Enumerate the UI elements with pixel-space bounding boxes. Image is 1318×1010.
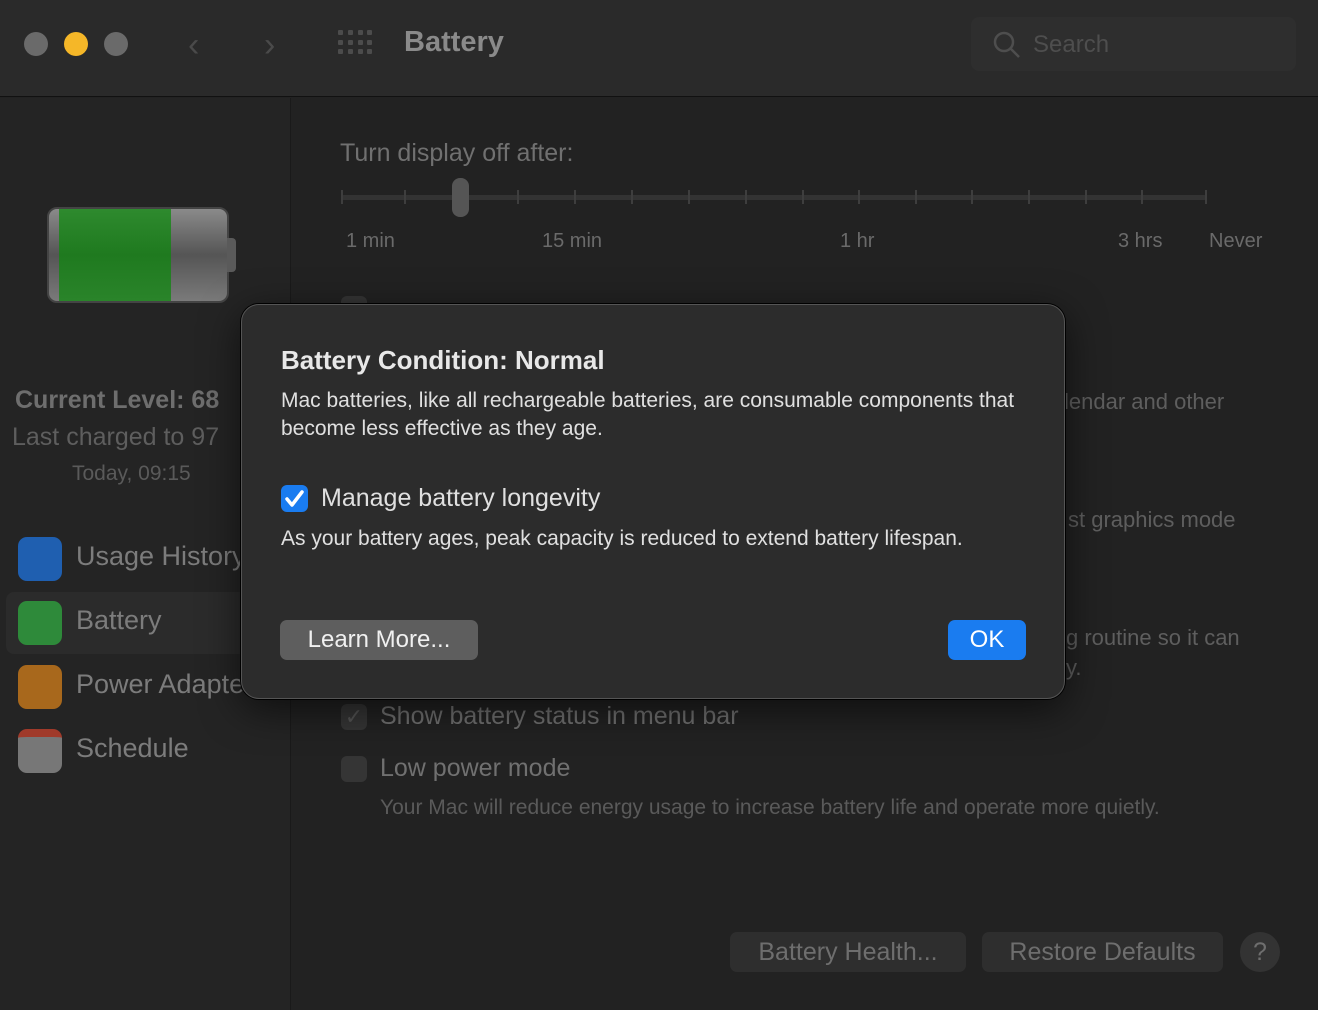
show-all-grid-icon[interactable] [338,30,374,56]
battery-condition-dialog: Battery Condition: Normal Mac batteries,… [241,304,1065,699]
low-power-checkbox[interactable] [341,756,367,782]
slider-tick [404,190,406,204]
battery-icon [18,601,62,645]
back-chevron-icon[interactable]: ‹ [188,26,199,65]
tick-label: 1 hr [840,230,875,252]
manage-longevity-label: Manage battery longevity [321,484,601,512]
display-off-label: Turn display off after: [340,139,574,167]
longevity-description: As your battery ages, peak capacity is r… [281,527,963,550]
slider-tick [688,190,690,204]
tick-label: 1 min [346,230,395,252]
slider-tick [1028,190,1030,204]
low-power-label: Low power mode [380,754,571,782]
slider-thumb[interactable] [452,178,469,217]
dialog-title: Battery Condition: Normal [281,345,605,375]
obscured-text: st graphics mode [1068,507,1236,532]
learn-more-button[interactable]: Learn More... [280,620,478,660]
display-off-slider[interactable] [341,195,1207,200]
slider-tick [341,190,343,204]
show-status-checkbox[interactable]: ✓ [341,704,367,730]
ok-button[interactable]: OK [948,620,1026,660]
low-power-description: Your Mac will reduce energy usage to inc… [380,796,1160,819]
lightning-icon [18,665,62,709]
dialog-body: Mac batteries, like all rechargeable bat… [281,389,1015,440]
slider-tick [631,190,633,204]
slider-tick [1205,190,1207,204]
slider-tick [802,190,804,204]
tick-label: Never [1209,230,1263,252]
tick-label: 3 hrs [1118,230,1163,252]
slider-tick [858,190,860,204]
slider-tick [574,190,576,204]
battery-terminal [227,238,236,272]
zoom-window-button[interactable] [104,32,128,56]
current-level: Current Level: 68 [15,386,220,414]
battery-health-button[interactable]: Battery Health... [730,932,966,972]
title-bar: ‹ › Battery Search [0,0,1318,97]
show-status-label: Show battery status in menu bar [380,702,739,730]
slider-tick [1141,190,1143,204]
checkmark-icon [285,490,304,507]
last-charged: Last charged to 97 [12,423,220,451]
sidebar-item-schedule[interactable]: Schedule [6,720,296,782]
charged-time: Today, 09:15 [72,462,191,485]
forward-chevron-icon[interactable]: › [264,26,275,65]
close-window-button[interactable] [24,32,48,56]
minimize-window-button[interactable] [64,32,88,56]
search-icon [993,31,1020,58]
restore-defaults-button[interactable]: Restore Defaults [982,932,1223,972]
slider-tick [971,190,973,204]
obscured-text: g routine so it can [1066,625,1240,650]
window-title: Battery [404,26,504,58]
search-placeholder: Search [1033,31,1110,58]
slider-tick [517,190,519,204]
search-input[interactable]: Search [971,17,1296,71]
battery-level-graphic [47,207,229,303]
obscured-text: y. [1066,655,1082,680]
bar-chart-icon [18,537,62,581]
slider-tick [915,190,917,204]
tick-label: 15 min [542,230,603,252]
manage-longevity-checkbox[interactable] [281,485,308,512]
calendar-icon [18,729,62,773]
help-button[interactable]: ? [1240,932,1280,972]
slider-tick [1085,190,1087,204]
obscured-text: lendar and other [1064,389,1225,414]
slider-tick [745,190,747,204]
